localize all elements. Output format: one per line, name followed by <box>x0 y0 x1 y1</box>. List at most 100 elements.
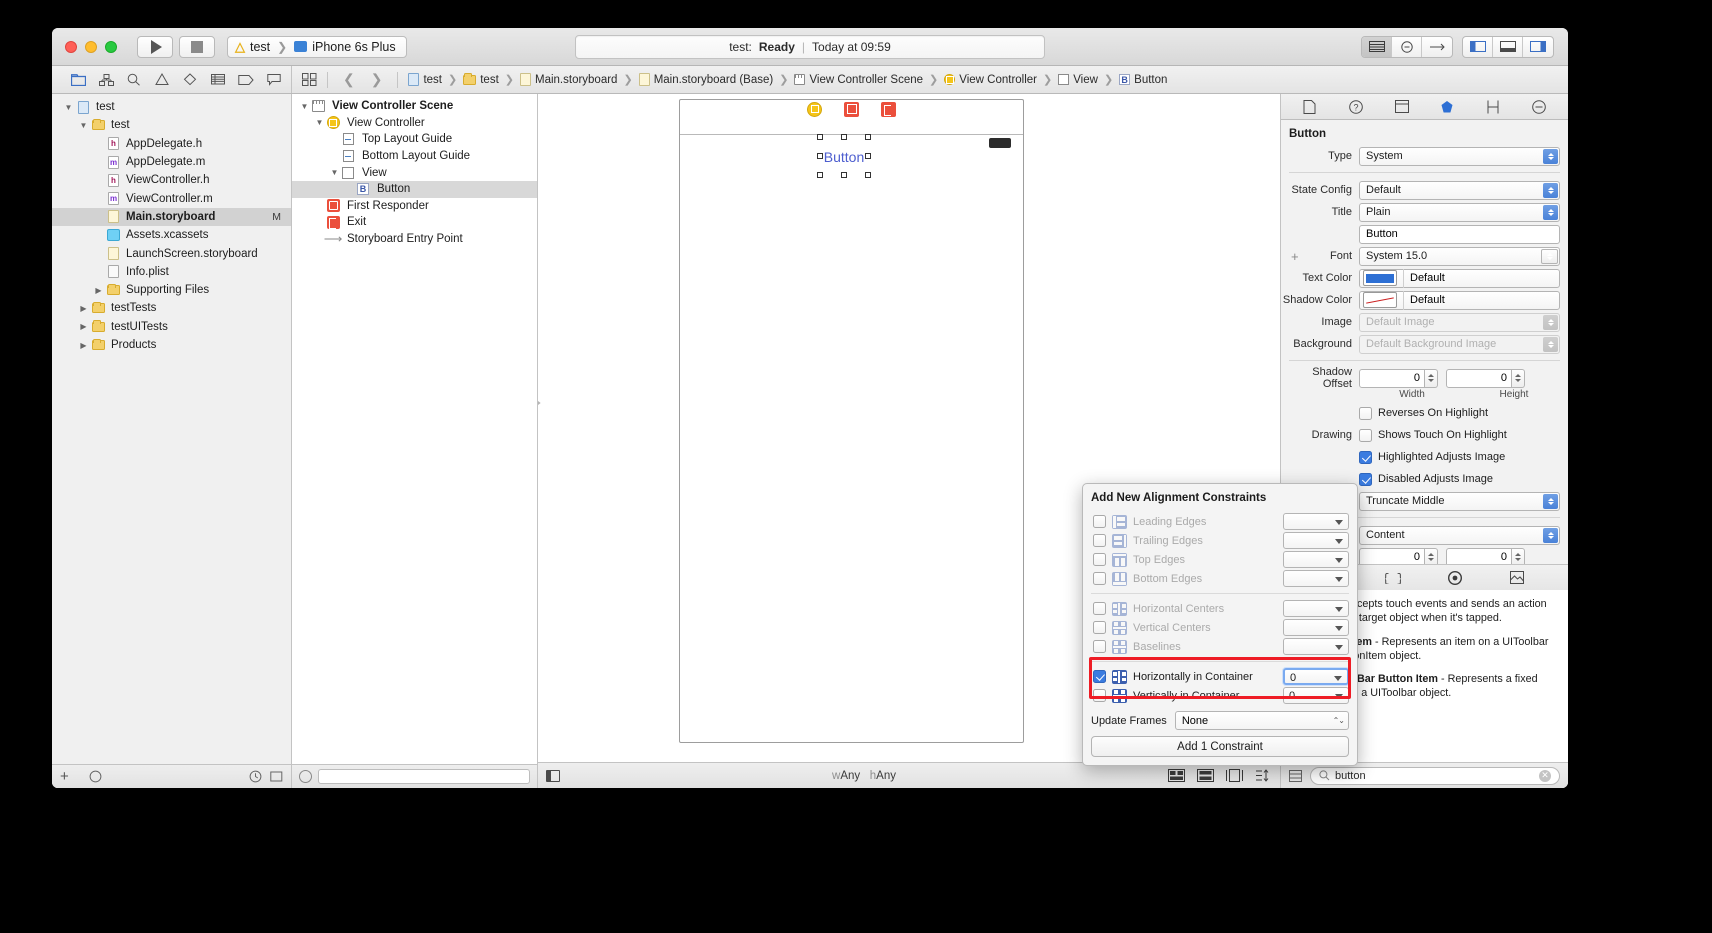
checkbox-checked-icon[interactable] <box>1093 670 1106 683</box>
image-popup[interactable]: Default Image <box>1359 312 1560 332</box>
library-search-input[interactable]: button ✕ <box>1310 766 1560 785</box>
exit-dock-icon[interactable] <box>881 101 896 117</box>
checkbox-icon[interactable] <box>1359 428 1372 442</box>
first-responder-dock-icon[interactable] <box>844 101 859 117</box>
resize-handle[interactable] <box>817 153 823 159</box>
project-file-row[interactable]: test <box>52 116 291 134</box>
find-navigator-tab[interactable] <box>120 66 148 93</box>
breadcrumb-item-3[interactable]: Main.storyboard (Base) <box>654 74 774 86</box>
checkbox-icon[interactable] <box>1093 553 1106 566</box>
shadow-offset-width-input[interactable]: 0 <box>1359 368 1425 388</box>
breadcrumb-item-2[interactable]: Main.storyboard <box>535 74 617 86</box>
run-button[interactable] <box>137 35 173 58</box>
constraint-value-select[interactable] <box>1283 638 1349 655</box>
toggle-debug-button[interactable] <box>1493 36 1523 57</box>
alignment-constraint-list[interactable]: Leading Edges Trailing Edges Top Edges Bott… <box>1083 512 1357 705</box>
attributes-inspector-tab[interactable] <box>1434 97 1460 117</box>
add-alignment-constraints-popover[interactable]: Add New Alignment Constraints Leading Ed… <box>1082 483 1358 766</box>
inset-top-stepper[interactable] <box>1512 547 1525 564</box>
disclosure-open-icon[interactable] <box>62 103 75 112</box>
media-library-tab[interactable] <box>1510 571 1525 584</box>
alignment-constraint-row[interactable]: Trailing Edges <box>1083 531 1357 550</box>
issue-navigator-tab[interactable] <box>148 66 176 93</box>
test-navigator-tab[interactable] <box>176 66 204 93</box>
constraint-value-select[interactable] <box>1283 551 1349 568</box>
state-config-popup[interactable]: Default <box>1359 180 1560 200</box>
constraint-value-select[interactable] <box>1283 532 1349 549</box>
related-items-button[interactable] <box>302 73 317 86</box>
disclosure-open-icon[interactable] <box>298 102 311 111</box>
editor-mode-segment[interactable] <box>1361 35 1453 58</box>
checkbox-icon[interactable] <box>1093 621 1106 634</box>
project-file-row[interactable]: testUITests <box>52 318 291 336</box>
resize-handle[interactable] <box>865 134 871 140</box>
type-popup[interactable]: System <box>1359 146 1560 166</box>
checkbox-icon[interactable] <box>1093 689 1106 702</box>
update-frames-icon[interactable] <box>1168 769 1185 782</box>
identity-inspector-tab[interactable] <box>1389 97 1415 117</box>
shows-touch-checkbox[interactable]: Shows Touch On Highlight <box>1359 427 1507 444</box>
checkbox-icon[interactable] <box>1093 515 1106 528</box>
resize-handle[interactable] <box>817 134 823 140</box>
constraint-value-select[interactable] <box>1283 570 1349 587</box>
view-controller-canvas[interactable]: Button <box>679 99 1024 743</box>
background-popup[interactable]: Default Background Image <box>1359 334 1560 354</box>
alignment-constraint-row[interactable]: Leading Edges <box>1083 512 1357 531</box>
constraint-value-select[interactable]: 0 <box>1283 687 1349 704</box>
checkbox-icon[interactable] <box>1359 406 1372 420</box>
breadcrumb-item-7[interactable]: Button <box>1134 74 1167 86</box>
project-navigator-tab[interactable] <box>64 66 92 93</box>
scheme-selector[interactable]: △ test ❯ iPhone 6s Plus <box>227 35 407 58</box>
size-inspector-tab[interactable] <box>1480 97 1506 117</box>
scene-outline-tree[interactable]: View Controller Scene View Controller Top … <box>292 94 537 764</box>
disclosure-open-icon[interactable] <box>328 168 341 177</box>
update-frames-select[interactable]: None <box>1174 711 1349 730</box>
inspector-tab-bar[interactable]: ? <box>1281 94 1568 120</box>
project-file-row[interactable]: testTests <box>52 299 291 317</box>
stop-button[interactable] <box>179 35 215 58</box>
disclosure-closed-icon[interactable] <box>77 304 90 313</box>
symbol-navigator-tab[interactable] <box>92 66 120 93</box>
text-color-swatch[interactable] <box>1363 270 1397 286</box>
project-file-row[interactable]: m AppDelegate.m <box>52 153 291 171</box>
project-file-tree[interactable]: test test h AppDelegate.h m AppDelegate.m h Vie… <box>52 94 291 764</box>
inset-left-stepper[interactable] <box>1425 547 1438 564</box>
checkbox-icon[interactable] <box>1093 572 1106 585</box>
inset-top-input[interactable]: 0 <box>1446 547 1512 564</box>
checkbox-checked-icon[interactable] <box>1359 450 1372 464</box>
disclosure-closed-icon[interactable] <box>92 286 105 295</box>
alignment-constraint-row[interactable]: Vertically in Container 0 <box>1083 686 1357 705</box>
resize-handle[interactable] <box>841 134 847 140</box>
filter-icon[interactable] <box>299 770 312 783</box>
selected-button[interactable]: Button <box>817 134 871 178</box>
alignment-constraint-row[interactable]: Bottom Edges <box>1083 569 1357 588</box>
line-break-popup[interactable]: Truncate Middle <box>1359 491 1560 511</box>
version-editor-button[interactable] <box>1422 37 1452 57</box>
outline-filter-input[interactable] <box>318 769 530 784</box>
disabled-adjusts-checkbox[interactable]: Disabled Adjusts Image <box>1359 471 1493 488</box>
constraint-value-select[interactable] <box>1283 600 1349 617</box>
outline-row[interactable]: ⟶ Storyboard Entry Point <box>292 231 537 248</box>
source-control-filter-icon[interactable] <box>270 770 283 783</box>
assistant-editor-button[interactable] <box>1392 36 1422 57</box>
shadow-offset-width-stepper[interactable] <box>1425 368 1438 388</box>
shadow-color-swatch[interactable] <box>1363 292 1397 308</box>
disclosure-open-icon[interactable] <box>77 121 90 130</box>
standard-editor-button[interactable] <box>1362 36 1392 57</box>
resize-handle[interactable] <box>865 172 871 178</box>
disclosure-closed-icon[interactable] <box>77 341 90 350</box>
resize-handle[interactable] <box>841 172 847 178</box>
go-back-button[interactable]: ❮ <box>338 71 360 88</box>
checkbox-icon[interactable] <box>1093 534 1106 547</box>
view-panels-segment[interactable] <box>1462 35 1554 58</box>
shadow-offset-height-input[interactable]: 0 <box>1446 368 1512 388</box>
reverses-on-highlight-checkbox[interactable]: Reverses On Highlight <box>1359 405 1488 422</box>
resize-handle[interactable] <box>817 172 823 178</box>
font-picker-icon[interactable] <box>1541 248 1558 264</box>
outline-row[interactable]: Bottom Layout Guide <box>292 148 537 165</box>
view-controller-dock-icon[interactable] <box>807 101 822 117</box>
breadcrumb-item-0[interactable]: test <box>423 74 442 86</box>
outline-row[interactable]: Top Layout Guide <box>292 131 537 148</box>
disclosure-closed-icon[interactable] <box>77 322 90 331</box>
outline-row[interactable]: View Controller <box>292 115 537 132</box>
